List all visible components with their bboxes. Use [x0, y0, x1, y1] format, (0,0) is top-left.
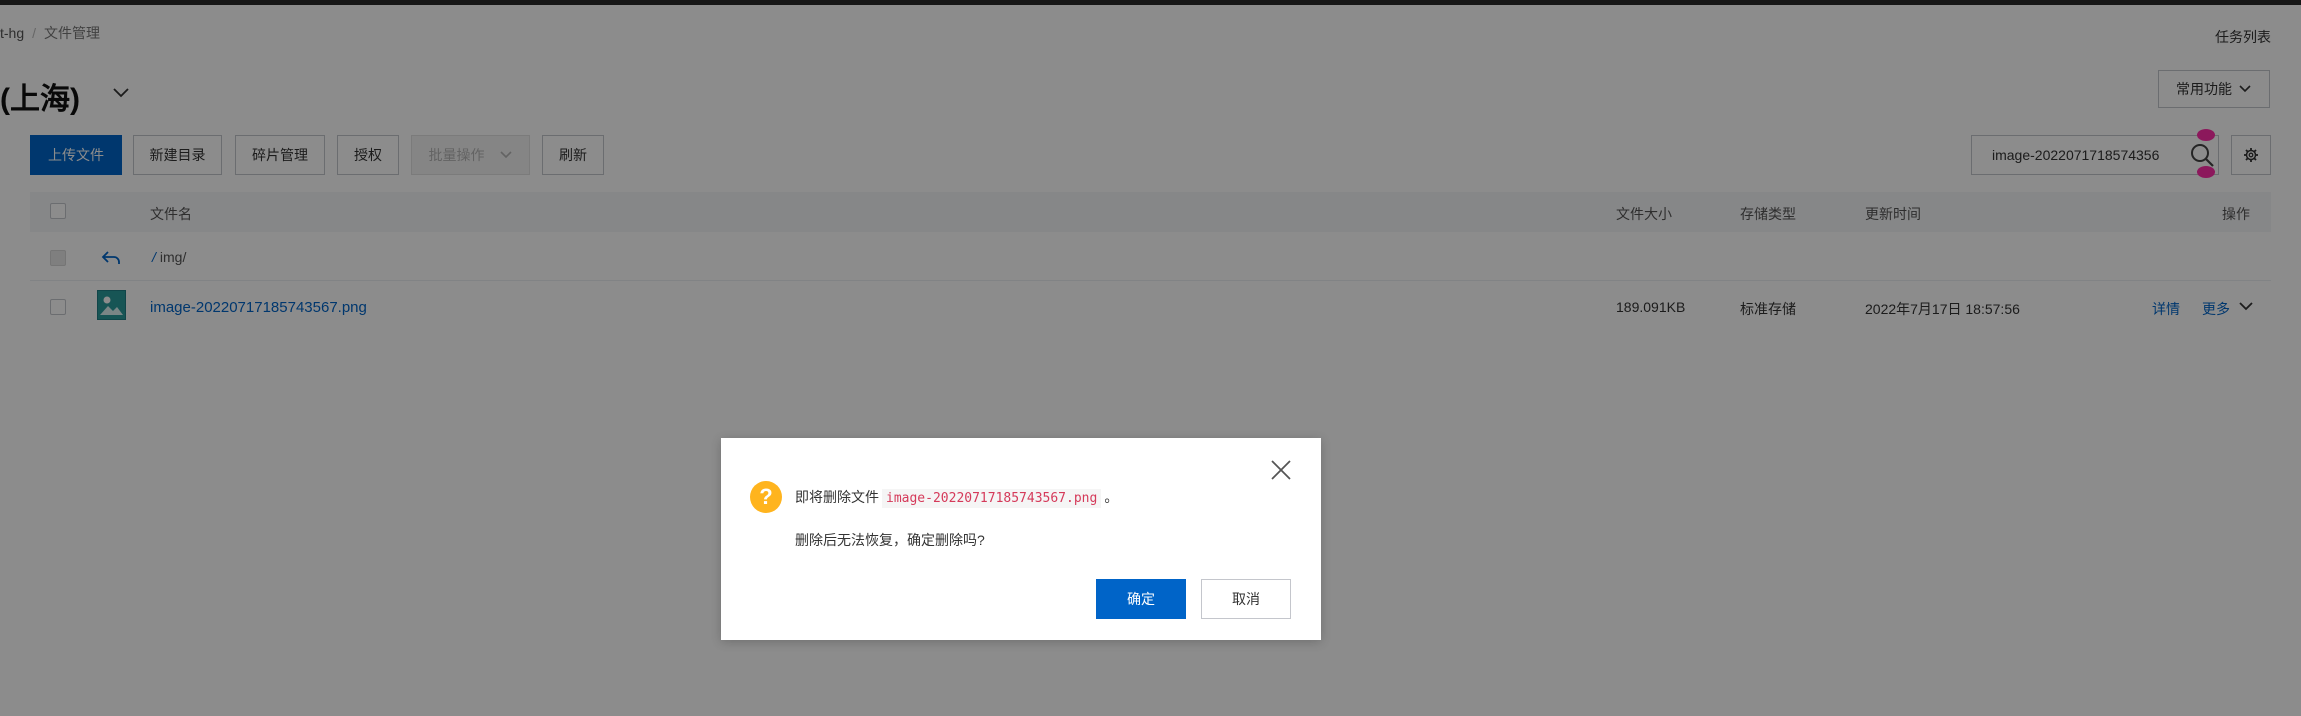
question-icon: ? [750, 481, 782, 513]
dialog-message-prefix: 即将删除文件 [795, 489, 879, 505]
dialog-filename: image-20220717185743567.png [882, 489, 1102, 508]
dialog-question: 删除后无法恢复，确定删除吗? [795, 532, 985, 548]
close-icon[interactable] [1269, 458, 1293, 482]
dialog-message-suffix: 。 [1104, 489, 1119, 505]
delete-confirm-dialog: ? 即将删除文件 image-20220717185743567.png。 删除后… [721, 438, 1321, 640]
dialog-message: 即将删除文件 image-20220717185743567.png。 [795, 487, 1119, 508]
confirm-button[interactable]: 确定 [1096, 579, 1186, 619]
cancel-button[interactable]: 取消 [1201, 579, 1291, 619]
